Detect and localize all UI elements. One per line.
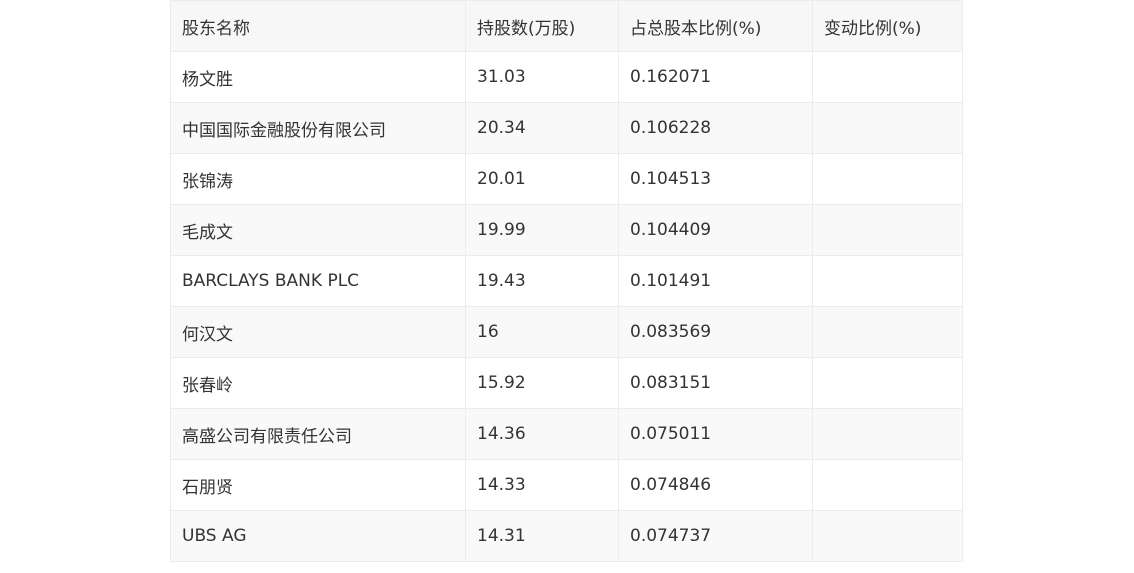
cell-change-ratio [812, 255, 963, 307]
table-row: 毛成文 19.99 0.104409 [170, 204, 963, 256]
table-header: 股东名称 持股数(万股) 占总股本比例(%) 变动比例(%) [170, 0, 963, 52]
cell-change-ratio [812, 459, 963, 511]
cell-share-ratio: 0.104409 [618, 204, 813, 256]
table-row: BARCLAYS BANK PLC 19.43 0.101491 [170, 255, 963, 307]
cell-shareholder-name: BARCLAYS BANK PLC [170, 255, 466, 307]
cell-shareholder-name: 何汉文 [170, 306, 466, 358]
cell-shareholder-name: 高盛公司有限责任公司 [170, 408, 466, 460]
cell-shareholder-name: 张春岭 [170, 357, 466, 409]
cell-change-ratio [812, 204, 963, 256]
cell-share-ratio: 0.104513 [618, 153, 813, 205]
table-row: 何汉文 16 0.083569 [170, 306, 963, 358]
header-shareholder-name: 股东名称 [170, 0, 466, 52]
table-body: 杨文胜 31.03 0.162071 中国国际金融股份有限公司 20.34 0.… [170, 51, 963, 562]
cell-change-ratio [812, 357, 963, 409]
cell-share-ratio: 0.101491 [618, 255, 813, 307]
table-row: 高盛公司有限责任公司 14.36 0.075011 [170, 408, 963, 460]
cell-shares-held: 20.34 [465, 102, 619, 154]
header-row: 股东名称 持股数(万股) 占总股本比例(%) 变动比例(%) [170, 0, 963, 52]
cell-shareholder-name: 石朋贤 [170, 459, 466, 511]
cell-share-ratio: 0.106228 [618, 102, 813, 154]
table-row: 张春岭 15.92 0.083151 [170, 357, 963, 409]
cell-share-ratio: 0.083569 [618, 306, 813, 358]
cell-shareholder-name: UBS AG [170, 510, 466, 562]
header-shares-held: 持股数(万股) [465, 0, 619, 52]
cell-change-ratio [812, 153, 963, 205]
table-row: UBS AG 14.31 0.074737 [170, 510, 963, 562]
cell-change-ratio [812, 510, 963, 562]
cell-share-ratio: 0.075011 [618, 408, 813, 460]
cell-change-ratio [812, 51, 963, 103]
cell-shares-held: 20.01 [465, 153, 619, 205]
shareholders-table: 股东名称 持股数(万股) 占总股本比例(%) 变动比例(%) 杨文胜 31.03… [170, 0, 963, 562]
cell-shareholder-name: 杨文胜 [170, 51, 466, 103]
cell-shares-held: 14.36 [465, 408, 619, 460]
cell-share-ratio: 0.162071 [618, 51, 813, 103]
header-change-ratio: 变动比例(%) [812, 0, 963, 52]
cell-change-ratio [812, 102, 963, 154]
header-share-ratio: 占总股本比例(%) [618, 0, 813, 52]
cell-shares-held: 15.92 [465, 357, 619, 409]
cell-shares-held: 14.33 [465, 459, 619, 511]
cell-change-ratio [812, 306, 963, 358]
cell-shareholder-name: 毛成文 [170, 204, 466, 256]
cell-shares-held: 19.43 [465, 255, 619, 307]
cell-share-ratio: 0.074737 [618, 510, 813, 562]
cell-shares-held: 14.31 [465, 510, 619, 562]
cell-shares-held: 31.03 [465, 51, 619, 103]
cell-share-ratio: 0.083151 [618, 357, 813, 409]
cell-shareholder-name: 中国国际金融股份有限公司 [170, 102, 466, 154]
cell-share-ratio: 0.074846 [618, 459, 813, 511]
table-row: 中国国际金融股份有限公司 20.34 0.106228 [170, 102, 963, 154]
table-row: 石朋贤 14.33 0.074846 [170, 459, 963, 511]
cell-shareholder-name: 张锦涛 [170, 153, 466, 205]
table-row: 张锦涛 20.01 0.104513 [170, 153, 963, 205]
cell-change-ratio [812, 408, 963, 460]
cell-shares-held: 16 [465, 306, 619, 358]
table-row: 杨文胜 31.03 0.162071 [170, 51, 963, 103]
cell-shares-held: 19.99 [465, 204, 619, 256]
